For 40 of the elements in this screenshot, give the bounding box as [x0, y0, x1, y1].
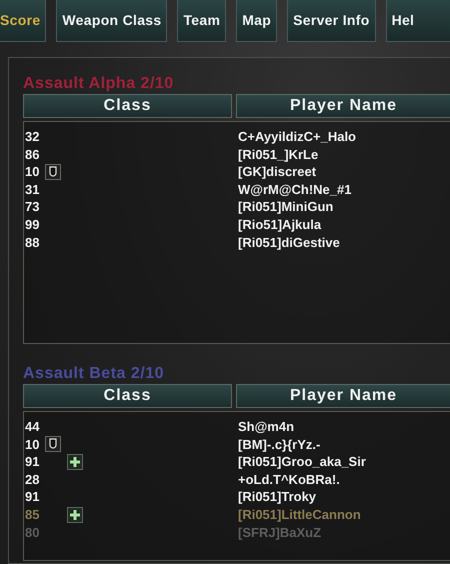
class-number: 10 — [25, 163, 40, 182]
class-number: 10 — [25, 436, 40, 454]
class-number: 44 — [25, 418, 40, 436]
player-name: W@rM@Ch!Ne_#1 — [237, 180, 352, 199]
player-name: [Ri051]Troky — [237, 488, 316, 506]
player-name: [SFRJ]BaXuZ — [237, 524, 322, 542]
class-number: 32 — [25, 128, 40, 146]
player-name: [Ri051_]KrLe — [237, 146, 318, 164]
class-number: 31 — [25, 180, 40, 199]
class-number: 91 — [25, 488, 40, 506]
player-name: +oLd.T^KoBRa!. — [237, 470, 340, 489]
tab[interactable]: Hel — [386, 0, 450, 42]
player-name: [Ri051]Groo_aka_Sir — [237, 453, 366, 472]
player-name: [GK]discreet — [237, 163, 316, 182]
tab[interactable]: Server Info — [287, 0, 376, 42]
player-name: [Ri051]diGestive — [237, 234, 340, 252]
column-header: Player Name — [236, 384, 450, 408]
class-number: 99 — [25, 216, 40, 234]
class-number: 73 — [25, 198, 40, 216]
player-name: [BM]-.c}{rYz.- — [237, 436, 320, 454]
tab[interactable]: Team — [177, 0, 226, 42]
tab[interactable]: Map — [236, 0, 278, 42]
class-number: 91 — [25, 453, 40, 472]
player-name: C+AyyildizC+_Halo — [237, 128, 356, 146]
team-title: Assault Alpha 2/10 — [23, 74, 175, 94]
team-title: Assault Beta 2/10 — [23, 364, 166, 384]
column-header: Class — [23, 94, 232, 118]
tab[interactable]: Weapon Class — [56, 0, 168, 42]
class-number: 28 — [25, 470, 40, 489]
column-header: Player Name — [236, 94, 450, 118]
class-number: 85 — [25, 506, 40, 524]
class-number: 88 — [25, 234, 40, 252]
player-name: Sh@m4n — [237, 418, 294, 436]
player-name: [Ri051]LittleCannon — [237, 506, 361, 524]
player-name: [Ri051]MiniGun — [237, 198, 334, 216]
class-number: 80 — [25, 524, 40, 542]
class-number: 86 — [25, 146, 40, 164]
player-name: [Rio51]Ajkula — [237, 216, 322, 234]
column-header: Class — [23, 384, 232, 408]
tab[interactable]: Score — [0, 0, 46, 42]
